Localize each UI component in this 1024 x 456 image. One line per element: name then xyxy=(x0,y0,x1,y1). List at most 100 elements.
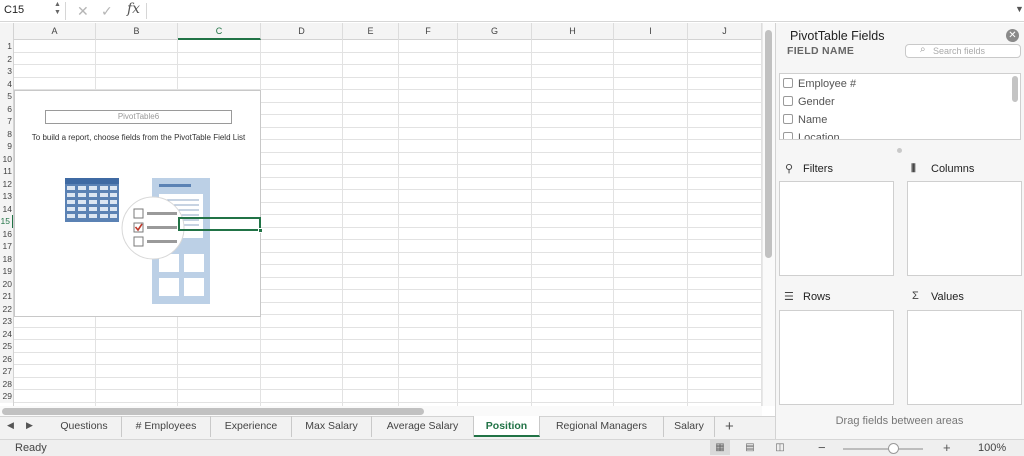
row-header[interactable]: 15 xyxy=(0,215,14,228)
column-header[interactable]: C xyxy=(178,23,261,40)
row-header[interactable]: 10 xyxy=(0,152,14,165)
sigma-icon: Σ xyxy=(912,290,919,302)
zoom-level[interactable]: 100% xyxy=(978,442,1006,454)
page-break-view-icon[interactable]: ◫ xyxy=(770,440,790,455)
sheet-tab[interactable]: Average Salary xyxy=(372,416,474,437)
row-header[interactable]: 4 xyxy=(0,77,14,90)
sheet-tab[interactable]: # Employees xyxy=(122,416,211,437)
pivot-instructions: To build a report, choose fields from th… xyxy=(31,133,246,142)
row-header[interactable]: 1 xyxy=(0,40,14,53)
row-header[interactable]: 3 xyxy=(0,65,14,78)
fill-handle[interactable] xyxy=(258,228,263,233)
zoom-out-icon[interactable]: − xyxy=(818,440,826,455)
selected-cell[interactable] xyxy=(178,217,261,231)
confirm-icon[interactable]: ✓ xyxy=(101,3,113,20)
row-header[interactable]: 24 xyxy=(0,327,14,340)
column-header[interactable]: F xyxy=(399,23,458,40)
drag-hint: Drag fields between areas xyxy=(835,415,964,427)
normal-view-icon[interactable]: ▦ xyxy=(710,440,730,455)
row-header[interactable]: 13 xyxy=(0,190,14,203)
field-label: Employee # xyxy=(798,78,857,90)
grid-line xyxy=(14,339,762,340)
row-header[interactable]: 28 xyxy=(0,377,14,390)
sheet-tab[interactable]: Position xyxy=(474,416,540,437)
cancel-icon[interactable]: ✕ xyxy=(77,3,89,20)
pivot-table-placeholder[interactable]: PivotTable6 To build a report, choose fi… xyxy=(14,90,261,317)
column-header[interactable]: A xyxy=(14,23,96,40)
field-item[interactable]: Employee # xyxy=(783,75,856,93)
page-layout-view-icon[interactable]: ▤ xyxy=(740,440,760,455)
row-header[interactable]: 17 xyxy=(0,240,14,253)
column-header[interactable]: E xyxy=(343,23,399,40)
field-list-scroll-thumb[interactable] xyxy=(1012,76,1018,102)
column-header[interactable]: H xyxy=(532,23,614,40)
sheet-tab[interactable]: Regional Managers xyxy=(540,416,664,437)
horizontal-scroll-thumb[interactable] xyxy=(2,408,424,415)
column-header[interactable]: B xyxy=(96,23,178,40)
row-header[interactable]: 18 xyxy=(0,252,14,265)
row-header[interactable]: 8 xyxy=(0,127,14,140)
row-header[interactable]: 20 xyxy=(0,277,14,290)
row-header[interactable]: 23 xyxy=(0,315,14,328)
rows-drop-area[interactable] xyxy=(779,310,894,405)
row-header[interactable]: 5 xyxy=(0,90,14,103)
filters-label: Filters xyxy=(803,163,833,175)
field-item[interactable]: Location xyxy=(783,129,840,140)
row-header[interactable]: 12 xyxy=(0,177,14,190)
grid-line xyxy=(14,376,762,378)
row-header[interactable]: 22 xyxy=(0,302,14,315)
row-header[interactable]: 29 xyxy=(0,390,14,403)
field-list[interactable]: Employee # Gender Name Location xyxy=(779,73,1021,140)
row-header[interactable]: 16 xyxy=(0,227,14,240)
insert-function-icon[interactable]: fx xyxy=(127,1,140,17)
columns-icon: ⦀ xyxy=(911,163,916,175)
grid-line xyxy=(14,351,762,353)
column-header[interactable]: I xyxy=(614,23,688,40)
field-checkbox[interactable] xyxy=(783,132,793,139)
row-header[interactable]: 21 xyxy=(0,290,14,303)
column-header[interactable]: G xyxy=(458,23,532,40)
field-checkbox[interactable] xyxy=(783,114,793,124)
select-all-corner[interactable] xyxy=(0,23,14,40)
row-header[interactable]: 6 xyxy=(0,102,14,115)
spreadsheet-grid[interactable]: ABCDEFGHIJ 1 2 3 4 5 6 7 8 9 10 11 12 13 14 15 16 17 18 19… xyxy=(0,23,762,406)
vertical-scroll-thumb[interactable] xyxy=(765,30,772,258)
name-box-dropdown-icon[interactable]: ▲ ▼ xyxy=(54,1,61,17)
formula-input[interactable] xyxy=(150,3,1010,19)
columns-drop-area[interactable] xyxy=(907,181,1022,276)
field-checkbox[interactable] xyxy=(783,78,793,88)
zoom-slider-thumb[interactable] xyxy=(887,443,899,454)
sheet-tab[interactable]: Max Salary xyxy=(292,416,372,437)
sheet-tab[interactable]: Experience xyxy=(211,416,292,437)
row-header[interactable]: 25 xyxy=(0,340,14,353)
pane-title: PivotTable Fields xyxy=(790,29,885,43)
row-header[interactable]: 27 xyxy=(0,365,14,378)
row-header[interactable]: 14 xyxy=(0,202,14,215)
row-header[interactable]: 19 xyxy=(0,265,14,278)
field-item[interactable]: Gender xyxy=(783,93,835,111)
zoom-slider[interactable] xyxy=(843,448,923,450)
field-checkbox[interactable] xyxy=(783,96,793,106)
pane-splitter[interactable] xyxy=(897,148,902,153)
filters-drop-area[interactable] xyxy=(779,181,894,276)
grid-line xyxy=(14,76,762,78)
field-item[interactable]: Name xyxy=(783,111,827,129)
field-label: Location xyxy=(798,132,840,140)
next-sheet-icon[interactable]: ▶ xyxy=(26,420,33,431)
row-header[interactable]: 2 xyxy=(0,52,14,65)
field-name-header[interactable]: FIELD NAME xyxy=(787,45,854,57)
add-sheet-icon[interactable]: + xyxy=(725,418,734,435)
close-icon[interactable]: ✕ xyxy=(1006,29,1019,42)
prev-sheet-icon[interactable]: ◀ xyxy=(7,420,14,431)
sheet-tab[interactable]: Questions xyxy=(47,416,122,437)
zoom-in-icon[interactable]: + xyxy=(943,440,951,455)
row-header[interactable]: 9 xyxy=(0,140,14,153)
row-header[interactable]: 11 xyxy=(0,165,14,178)
expand-formula-icon[interactable]: ▼ xyxy=(1015,4,1024,14)
values-drop-area[interactable] xyxy=(907,310,1022,405)
row-header[interactable]: 7 xyxy=(0,115,14,128)
sheet-tab[interactable]: Salary xyxy=(664,416,715,437)
column-header[interactable]: D xyxy=(261,23,343,40)
row-header[interactable]: 26 xyxy=(0,352,14,365)
column-header[interactable]: J xyxy=(688,23,762,40)
